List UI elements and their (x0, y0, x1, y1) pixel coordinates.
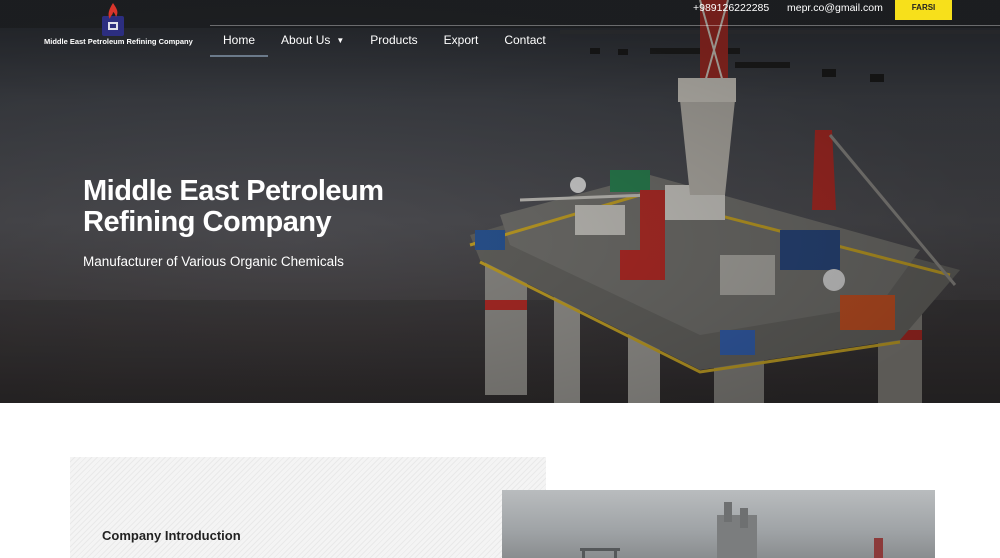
nav-item-label: Products (370, 33, 418, 47)
nav-item-products[interactable]: Products (357, 27, 430, 55)
refinery-photo (502, 490, 935, 558)
nav-item-about-us[interactable]: About Us ▼ (268, 27, 357, 55)
site-logo[interactable]: Middle East Petroleum Refining Company (44, 0, 193, 50)
nav-item-label: About Us (281, 33, 331, 47)
main-navigation: Home About Us ▼ Products Export Contact (210, 27, 559, 57)
hero-title: Middle East Petroleum Refining Company (83, 175, 384, 238)
refinery-illustration (580, 502, 883, 558)
flame-logo-icon (102, 3, 124, 36)
hero-subtitle: Manufacturer of Various Organic Chemical… (83, 254, 344, 269)
email-link[interactable]: mepr.co@gmail.com (787, 2, 883, 14)
nav-item-label: Export (443, 33, 479, 47)
logo-company-name: Middle East Petroleum Refining Company (44, 37, 193, 46)
nav-item-label: Contact (504, 33, 546, 47)
chevron-down-icon: ▼ (336, 36, 345, 45)
nav-item-label: Home (223, 33, 256, 47)
farsi-language-button[interactable]: FARSI (895, 0, 952, 20)
phone-link[interactable]: +989126222285 (693, 2, 769, 14)
company-introduction-heading: Company Introduction (102, 528, 241, 543)
nav-item-export[interactable]: Export (431, 27, 492, 55)
nav-divider (210, 25, 1000, 26)
nav-item-home[interactable]: Home (210, 27, 269, 57)
nav-item-contact[interactable]: Contact (491, 27, 558, 55)
